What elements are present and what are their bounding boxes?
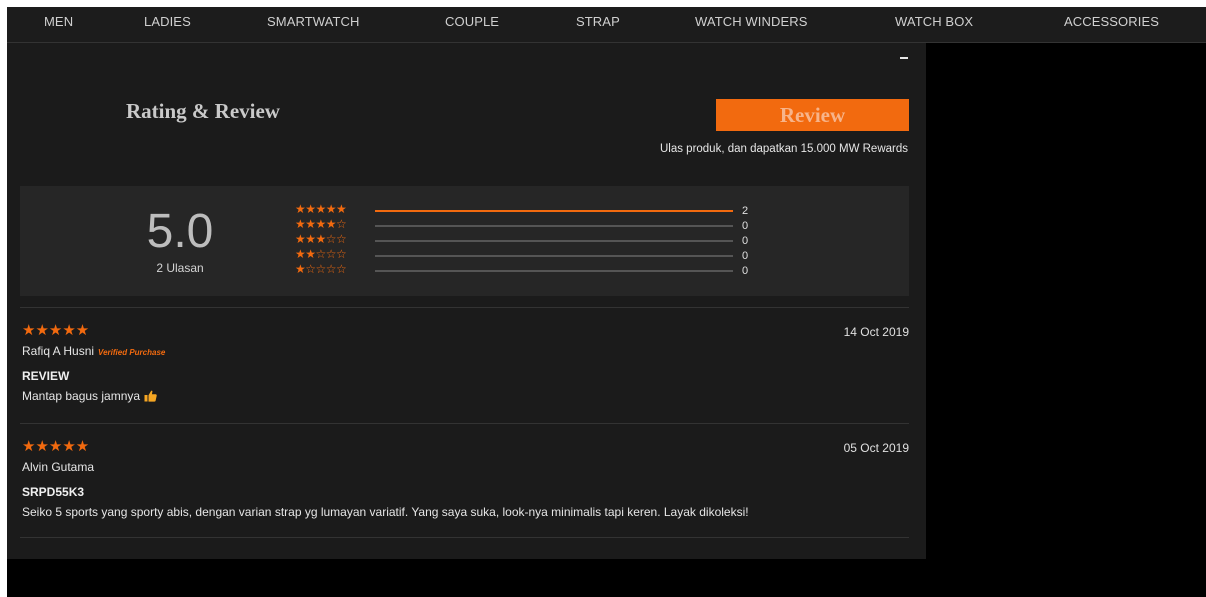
distribution-bar-fill xyxy=(375,210,733,212)
review-date: 14 Oct 2019 xyxy=(843,325,909,339)
distribution-count: 0 xyxy=(742,250,749,262)
rating-distribution-row: ★☆☆☆☆ 0 xyxy=(295,262,765,279)
star-rating-icon: ★★★★★ xyxy=(22,322,90,339)
review-author-line: Alvin Gutama xyxy=(22,460,94,474)
rating-distribution-row: ★★★★☆ 0 xyxy=(295,217,765,234)
review-author: Rafiq A Husni xyxy=(22,344,95,358)
distribution-bar xyxy=(375,240,733,242)
star-rating-icon: ★★★★★ xyxy=(295,202,347,216)
distribution-count: 0 xyxy=(742,220,749,232)
rating-distribution-row: ★★★★★ 2 xyxy=(295,202,765,219)
review-body: Seiko 5 sports yang sporty abis, dengan … xyxy=(22,505,749,519)
distribution-count: 0 xyxy=(742,265,749,277)
nav-item-strap[interactable]: STRAP xyxy=(576,14,620,29)
distribution-count: 2 xyxy=(742,205,749,217)
star-rating-icon: ★★☆☆☆ xyxy=(295,247,347,261)
nav-item-smartwatch[interactable]: SMARTWATCH xyxy=(267,14,359,29)
star-rating-icon: ★☆☆☆☆ xyxy=(295,262,347,276)
review-title: SRPD55K3 xyxy=(22,485,85,499)
review-body-line: Mantap bagus jamnya xyxy=(22,389,157,405)
nav-item-accessories[interactable]: ACCESSORIES xyxy=(1064,14,1159,29)
nav-item-watch-winders[interactable]: WATCH WINDERS xyxy=(695,14,808,29)
distribution-bar xyxy=(375,210,733,212)
nav-item-ladies[interactable]: LADIES xyxy=(144,14,191,29)
distribution-bar xyxy=(375,255,733,257)
section-title: Rating & Review xyxy=(126,99,280,123)
rating-review-panel: Rating & Review Review Ulas produk, dan … xyxy=(7,43,926,559)
distribution-bar xyxy=(375,270,733,272)
page: MEN LADIES SMARTWATCH COUPLE STRAP WATCH… xyxy=(7,7,1206,597)
rating-distribution-row: ★★★☆☆ 0 xyxy=(295,232,765,249)
review-author: Alvin Gutama xyxy=(22,460,95,474)
verified-purchase-badge: Verified Purchase xyxy=(98,348,166,357)
star-rating-icon: ★★★★★ xyxy=(22,438,90,455)
thumbs-up-icon xyxy=(144,390,157,405)
rating-summary: 5.0 2 Ulasan ★★★★★ 2 ★★★★☆ 0 ★★★☆☆ 0 ★★☆… xyxy=(20,186,909,296)
review-date: 05 Oct 2019 xyxy=(843,441,909,455)
rewards-promo-text: Ulas produk, dan dapatkan 15.000 MW Rewa… xyxy=(659,143,908,155)
divider xyxy=(20,423,909,424)
nav-item-watch-box[interactable]: WATCH BOX xyxy=(895,14,973,29)
review-body: Mantap bagus jamnya xyxy=(22,389,141,403)
nav-item-men[interactable]: MEN xyxy=(44,14,73,29)
divider xyxy=(20,537,909,538)
divider xyxy=(20,307,909,308)
average-rating: 5.0 xyxy=(146,205,214,258)
distribution-bar xyxy=(375,225,733,227)
review-count: 2 Ulasan xyxy=(156,261,204,275)
nav-item-couple[interactable]: COUPLE xyxy=(445,14,499,29)
star-rating-icon: ★★★☆☆ xyxy=(295,232,347,246)
star-rating-icon: ★★★★☆ xyxy=(295,217,347,231)
minus-icon[interactable] xyxy=(900,57,908,59)
review-title: REVIEW xyxy=(22,369,70,383)
rating-distribution-row: ★★☆☆☆ 0 xyxy=(295,247,765,264)
distribution-count: 0 xyxy=(742,235,749,247)
review-author-line: Rafiq A Husni Verified Purchase xyxy=(22,344,165,358)
write-review-button[interactable]: Review xyxy=(716,99,909,131)
top-navigation: MEN LADIES SMARTWATCH COUPLE STRAP WATCH… xyxy=(7,7,1206,43)
